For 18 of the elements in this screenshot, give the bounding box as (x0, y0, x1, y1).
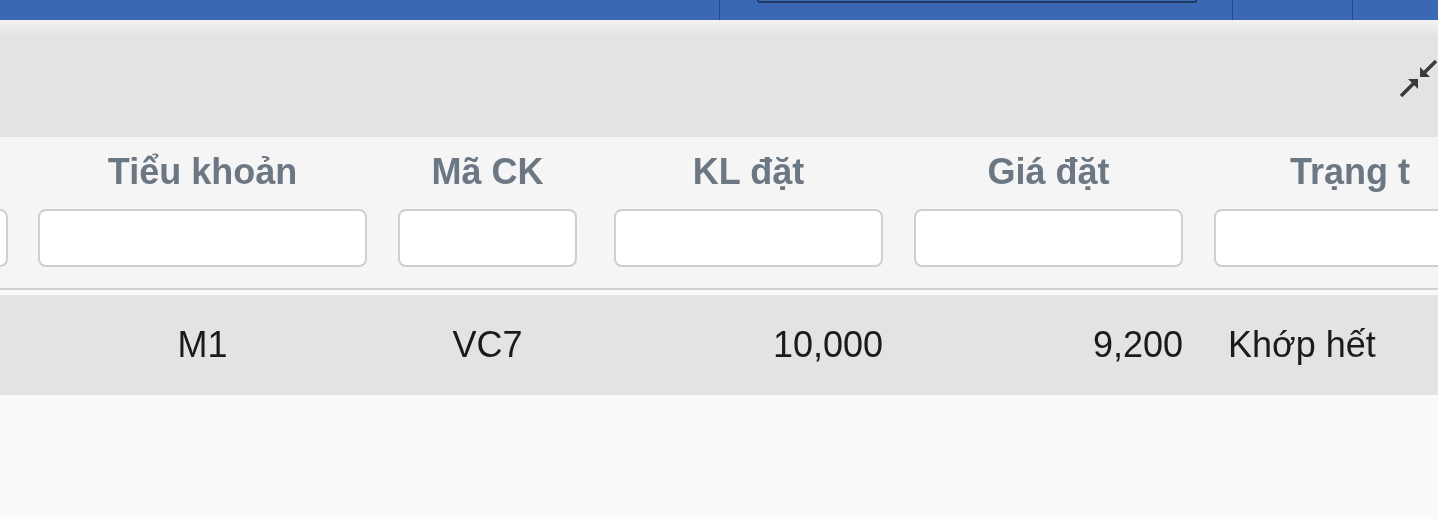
column-header[interactable]: Mã CK (398, 150, 577, 194)
table-cell-text: VC7 (451, 323, 524, 367)
column-header[interactable]: Trạng t (1214, 150, 1438, 194)
table-cell-text: 10,000 (771, 323, 883, 367)
column-header[interactable]: Tiểu khoản (38, 150, 367, 194)
filter-field[interactable] (38, 209, 367, 267)
filter-field[interactable] (614, 209, 883, 267)
filter-field[interactable] (1214, 209, 1438, 267)
table-cell-text: 9,200 (1091, 323, 1183, 367)
column-header[interactable]: Giá đặt (914, 150, 1183, 194)
filter-field[interactable] (914, 209, 1183, 267)
filter-field[interactable] (398, 209, 577, 267)
table-cell-text: M1 (176, 323, 229, 367)
input-field[interactable] (757, 0, 1197, 3)
table-row[interactable]: M1 VC7 10,000 9,200 Khớp hết (0, 295, 1438, 395)
collapse-icon[interactable] (1398, 58, 1438, 99)
table-cell-text: Khớp hết (1227, 323, 1377, 367)
column-header[interactable]: KL đặt (614, 150, 883, 194)
